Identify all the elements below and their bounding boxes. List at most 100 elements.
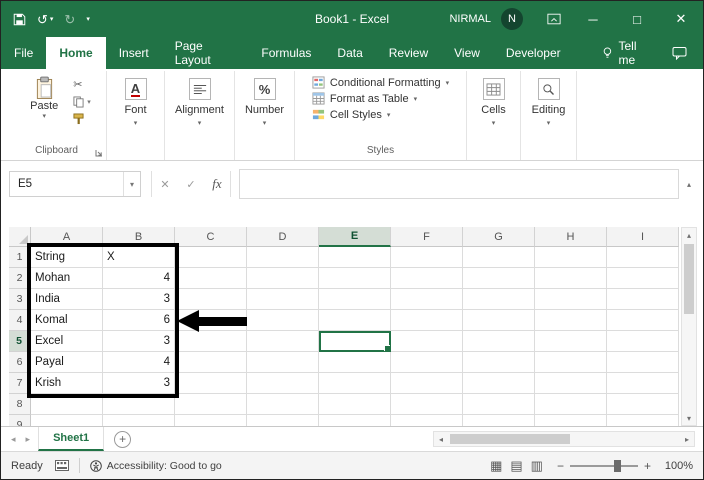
cell-i7[interactable] [607,373,679,394]
tab-home[interactable]: Home [46,37,106,69]
cell-c8[interactable] [175,394,247,415]
cell-g6[interactable] [463,352,535,373]
cell-g3[interactable] [463,289,535,310]
comments-button[interactable] [656,37,703,69]
redo-button[interactable]: ↻ [64,13,75,26]
cell-i2[interactable] [607,268,679,289]
cell-b3[interactable]: 3 [103,289,175,310]
column-header-h[interactable]: H [535,227,607,247]
cell-g5[interactable] [463,331,535,352]
column-header-e[interactable]: E [319,227,391,247]
macro-record-icon[interactable] [54,460,69,471]
cell-d3[interactable] [247,289,319,310]
scroll-up-icon[interactable]: ▴ [687,228,691,242]
cell-e8[interactable] [319,394,391,415]
cell-f2[interactable] [391,268,463,289]
cell-e7[interactable] [319,373,391,394]
row-header-3[interactable]: 3 [9,289,31,310]
cell-g4[interactable] [463,310,535,331]
editing-group[interactable]: Editing ▾ [521,71,577,160]
tell-me-button[interactable]: Tell me [602,37,656,69]
column-header-d[interactable]: D [247,227,319,247]
cell-d9[interactable] [247,415,319,426]
cell-f5[interactable] [391,331,463,352]
cell-d1[interactable] [247,247,319,268]
cell-g9[interactable] [463,415,535,426]
zoom-slider[interactable] [569,459,638,472]
cell-h1[interactable] [535,247,607,268]
page-break-view-icon[interactable]: ▥ [531,459,543,472]
cell-c1[interactable] [175,247,247,268]
cell-d7[interactable] [247,373,319,394]
cell-d4[interactable] [247,310,319,331]
cell-i5[interactable] [607,331,679,352]
cell-a8[interactable] [31,394,103,415]
vertical-scrollbar-thumb[interactable] [684,244,694,314]
zoom-slider-thumb[interactable] [613,459,621,472]
cell-b8[interactable] [103,394,175,415]
cell-f9[interactable] [391,415,463,426]
conditional-formatting-button[interactable]: Conditional Formatting ▾ [312,76,449,89]
enter-entry-button[interactable]: ✓ [178,178,204,191]
tab-page-layout[interactable]: Page Layout [162,37,249,69]
cell-b2[interactable]: 4 [103,268,175,289]
cell-b7[interactable]: 3 [103,373,175,394]
cell-g7[interactable] [463,373,535,394]
tab-review[interactable]: Review [376,37,441,69]
cell-e3[interactable] [319,289,391,310]
cell-a4[interactable]: Komal [31,310,103,331]
row-header-6[interactable]: 6 [9,352,31,373]
cell-f7[interactable] [391,373,463,394]
customize-qat-button[interactable]: ▾ [86,16,90,23]
column-header-g[interactable]: G [463,227,535,247]
tab-file[interactable]: File [1,37,46,69]
cell-a2[interactable]: Mohan [31,268,103,289]
undo-button[interactable]: ↺ ▾ [37,13,53,26]
column-header-i[interactable]: I [607,227,679,247]
cell-e9[interactable] [319,415,391,426]
tab-formulas[interactable]: Formulas [248,37,324,69]
zoom-in-icon[interactable]: + [644,459,651,473]
cell-styles-button[interactable]: Cell Styles ▾ [312,108,390,121]
accessibility-status[interactable]: Accessibility: Good to go [89,460,222,472]
cell-c6[interactable] [175,352,247,373]
cell-b6[interactable]: 4 [103,352,175,373]
insert-function-button[interactable]: fx [204,176,230,192]
cell-b9[interactable] [103,415,175,426]
user-name[interactable]: NIRMAL [449,13,491,25]
row-header-7[interactable]: 7 [9,373,31,394]
cell-i6[interactable] [607,352,679,373]
cell-c3[interactable] [175,289,247,310]
sheet-tab-sheet1[interactable]: Sheet1 [38,427,105,451]
formula-input[interactable] [239,169,679,199]
scroll-left-icon[interactable]: ◂ [434,435,448,444]
ribbon-display-options-button[interactable] [537,1,571,37]
scroll-down-icon[interactable]: ▾ [687,411,691,425]
cell-h7[interactable] [535,373,607,394]
row-header-9[interactable]: 9 [9,415,31,426]
cell-d2[interactable] [247,268,319,289]
avatar[interactable]: N [501,8,523,30]
row-header-4[interactable]: 4 [9,310,31,331]
cell-d5[interactable] [247,331,319,352]
column-header-a[interactable]: A [31,227,103,247]
cell-c2[interactable] [175,268,247,289]
number-group[interactable]: % Number ▾ [235,71,295,160]
cell-g2[interactable] [463,268,535,289]
cell-f4[interactable] [391,310,463,331]
clipboard-dialog-launcher-icon[interactable] [95,149,103,157]
cancel-entry-button[interactable]: ✕ [152,178,178,191]
cell-d8[interactable] [247,394,319,415]
cell-b1[interactable]: X [103,247,175,268]
cell-i8[interactable] [607,394,679,415]
cell-i4[interactable] [607,310,679,331]
name-box-caret-icon[interactable]: ▾ [122,172,140,196]
font-group[interactable]: A Font ▾ [107,71,165,160]
cell-e2[interactable] [319,268,391,289]
page-layout-view-icon[interactable]: ▤ [510,459,522,472]
alignment-group[interactable]: Alignment ▾ [165,71,235,160]
row-header-5[interactable]: 5 [9,331,31,352]
row-header-2[interactable]: 2 [9,268,31,289]
cell-f3[interactable] [391,289,463,310]
cell-a3[interactable]: India [31,289,103,310]
